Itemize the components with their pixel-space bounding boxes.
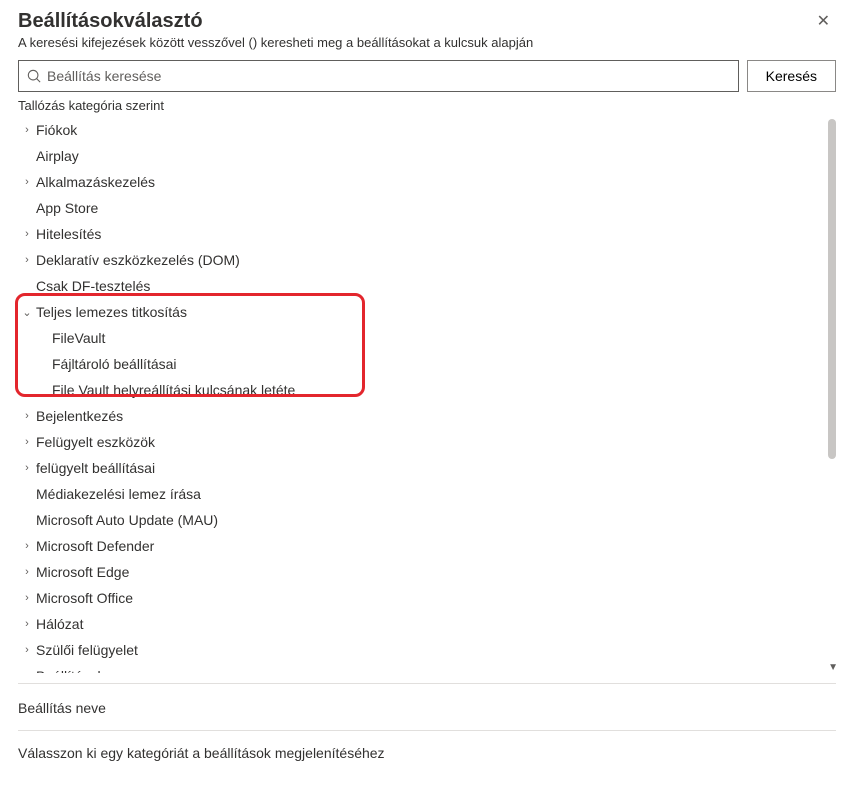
chevron-right-icon[interactable]: › [18,618,36,630]
category-tree[interactable]: ›Fiókok›Airplay›Alkalmazáskezelés›App St… [18,117,836,673]
category-item[interactable]: ›App Store [18,195,816,221]
category-label: Teljes lemezes titkosítás [36,302,187,322]
dialog-subtitle: A keresési kifejezések között vesszővel … [18,35,533,50]
category-item[interactable]: ›Hálózat [18,611,816,637]
category-label: Microsoft Defender [36,536,154,556]
setting-name-header: Beállítás neve [18,684,836,731]
browse-label: Tallózás kategória szerint [18,98,836,113]
chevron-right-icon[interactable]: › [18,670,36,673]
chevron-right-icon[interactable]: › [18,254,36,266]
category-child-item[interactable]: Fájltároló beállításai [18,351,816,377]
category-item[interactable]: ›Csak DF-tesztelés [18,273,816,299]
scroll-down-icon[interactable]: ▼ [828,662,838,673]
category-item[interactable]: ›Microsoft Edge [18,559,816,585]
category-label: Médiakezelési lemez írása [36,484,201,504]
category-label: Fiókok [36,120,77,140]
chevron-right-icon[interactable]: › [18,410,36,422]
category-item[interactable]: ›Deklaratív eszközkezelés (DOM) [18,247,816,273]
category-child-label: Fájltároló beállításai [52,354,177,374]
category-label: Microsoft Office [36,588,133,608]
category-item[interactable]: ›Bejelentkezés [18,403,816,429]
close-button[interactable]: ✕ [811,10,836,34]
category-label: Microsoft Edge [36,562,129,582]
close-icon: ✕ [817,13,830,30]
empty-hint: Válasszon ki egy kategóriát a beállításo… [18,731,836,775]
category-item[interactable]: ⌄Teljes lemezes titkosítás [18,299,816,325]
category-child-label: FileVault [52,328,105,348]
category-label: Airplay [36,146,79,166]
category-item[interactable]: ›Szülői felügyelet [18,637,816,663]
category-label: Csak DF-tesztelés [36,276,150,296]
category-label: Beállítások [36,666,104,673]
category-label: Szülői felügyelet [36,640,138,660]
category-child-item[interactable]: FileVault [18,325,816,351]
category-item[interactable]: ›Airplay [18,143,816,169]
category-item[interactable]: ›Microsoft Auto Update (MAU) [18,507,816,533]
category-item[interactable]: ›Fiókok [18,117,816,143]
search-box[interactable] [18,60,739,92]
category-item[interactable]: ›felügyelt beállításai [18,455,816,481]
chevron-right-icon[interactable]: › [18,176,36,188]
category-item[interactable]: ›Felügyelt eszközök [18,429,816,455]
category-label: App Store [36,198,98,218]
category-item[interactable]: ›Alkalmazáskezelés [18,169,816,195]
category-item[interactable]: ›Hitelesítés [18,221,816,247]
category-label: Alkalmazáskezelés [36,172,155,192]
category-label: Deklaratív eszközkezelés (DOM) [36,250,240,270]
chevron-right-icon[interactable]: › [18,540,36,552]
category-label: felügyelt beállításai [36,458,155,478]
category-label: Felügyelt eszközök [36,432,155,452]
category-label: Hitelesítés [36,224,101,244]
chevron-right-icon[interactable]: › [18,644,36,656]
scrollbar[interactable] [828,119,836,459]
category-item[interactable]: ›Microsoft Office [18,585,816,611]
search-input[interactable] [47,68,730,84]
chevron-right-icon[interactable]: › [18,228,36,240]
category-child-item[interactable]: File Vault helyreállítási kulcsának leté… [18,377,816,403]
category-item[interactable]: ›Microsoft Defender [18,533,816,559]
chevron-right-icon[interactable]: › [18,124,36,136]
category-label: Hálózat [36,614,83,634]
category-item[interactable]: ›Médiakezelési lemez írása [18,481,816,507]
dialog-title: Beállításokválasztó [18,10,533,33]
category-label: Bejelentkezés [36,406,123,426]
category-child-label: File Vault helyreállítási kulcsának leté… [52,380,295,400]
chevron-right-icon[interactable]: › [18,436,36,448]
category-item[interactable]: ›Beállítások [18,663,816,673]
search-icon [27,69,41,83]
chevron-right-icon[interactable]: › [18,592,36,604]
chevron-right-icon[interactable]: › [18,462,36,474]
chevron-right-icon[interactable]: › [18,566,36,578]
category-label: Microsoft Auto Update (MAU) [36,510,218,530]
chevron-down-icon[interactable]: ⌄ [18,306,36,319]
search-button[interactable]: Keresés [747,60,836,92]
